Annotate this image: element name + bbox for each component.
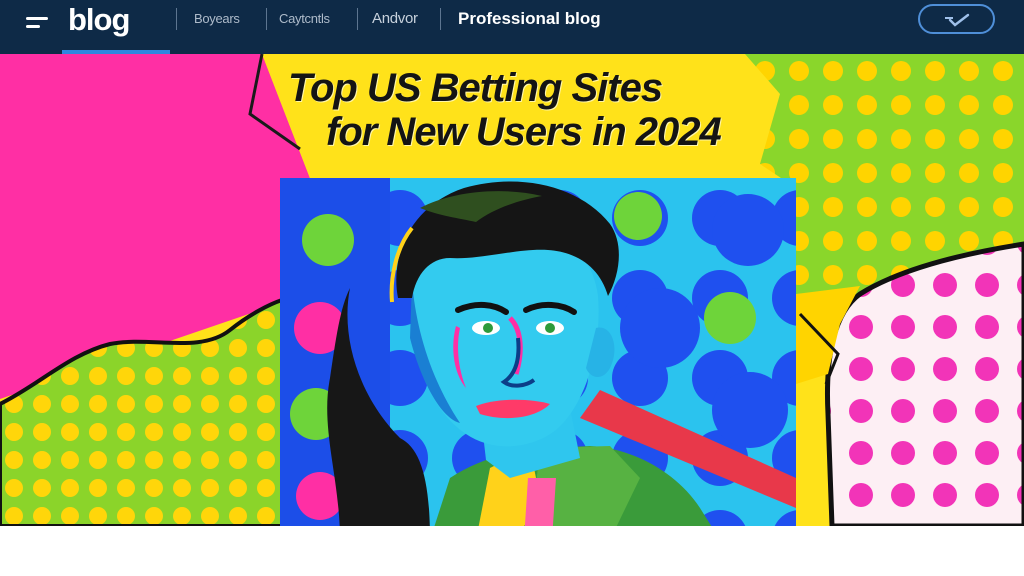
nav-link-1[interactable]: Boyears [194,11,240,26]
blog-section-title: Professional blog [458,9,601,28]
nav-link-2[interactable]: Caytcntls [279,11,330,26]
portrait-illustration [280,178,796,526]
nav-divider [357,8,358,30]
checkmark-icon [945,13,970,27]
nav-divider [440,8,441,30]
pop-art-portrait-image [280,178,796,526]
nav-link-3[interactable]: Andvor [372,10,418,27]
top-navigation-bar: blog Boyears Caytcntls Andvor Profession… [0,0,1024,54]
hero-headline-line-2: for New Users in 2024 [326,110,722,154]
nav-divider [266,8,267,30]
hero-headline-line-1: Top US Betting Sites [288,66,663,110]
action-button[interactable] [918,4,995,34]
site-logo[interactable]: blog [68,2,130,38]
page-footer-area [0,526,1024,576]
hamburger-menu-icon[interactable] [26,12,52,36]
nav-divider [176,8,177,30]
hero-banner: Top US Betting Sites for New Users in 20… [0,54,1024,526]
